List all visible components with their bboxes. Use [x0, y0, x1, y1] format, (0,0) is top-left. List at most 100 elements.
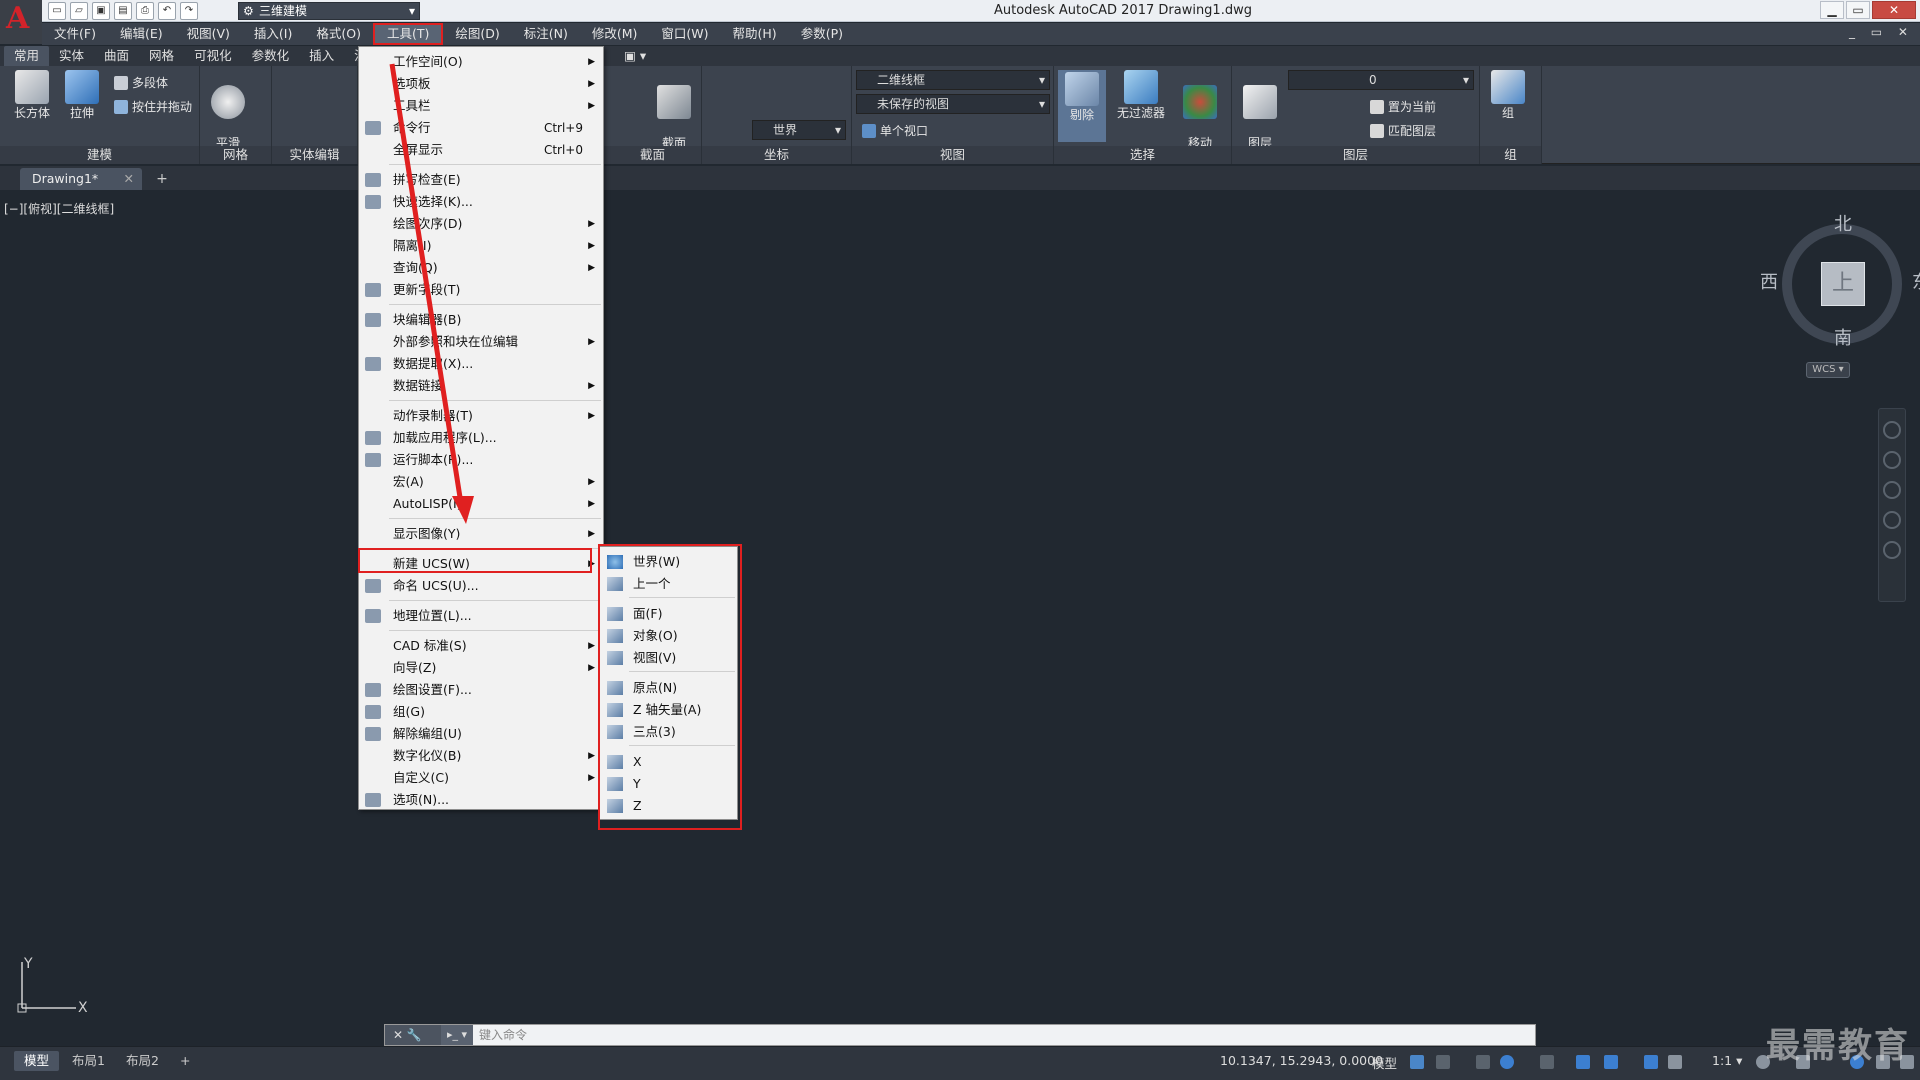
panel-mesh-label[interactable]: 网格: [200, 146, 271, 164]
panel-view-label[interactable]: 视图: [852, 146, 1053, 164]
panel-modeling-label[interactable]: 建模: [0, 146, 199, 164]
panel-coordinates-label[interactable]: 坐标: [702, 146, 851, 164]
menu-edit[interactable]: 编辑(E): [108, 23, 175, 45]
close-tab-icon[interactable]: ✕: [124, 168, 134, 190]
match-layer-button[interactable]: 匹配图层: [1370, 122, 1436, 139]
group-button[interactable]: 组: [1484, 70, 1532, 121]
tools-menu-item[interactable]: 拼写检查(E): [359, 169, 603, 191]
model-space-button[interactable]: 模型: [1372, 1053, 1397, 1072]
tools-menu-item[interactable]: 查询(Q) ▶: [359, 257, 603, 279]
menu-tools[interactable]: 工具(T): [372, 23, 444, 45]
tab-surface[interactable]: 曲面: [94, 46, 139, 66]
zoom-icon[interactable]: [1883, 481, 1901, 499]
wcs-menu-button[interactable]: WCS ▾: [1806, 362, 1850, 378]
menu-insert[interactable]: 插入(I): [242, 23, 304, 45]
panel-section-label[interactable]: 截面: [604, 146, 701, 164]
tools-menu-item[interactable]: 数据提取(X)...: [359, 353, 603, 375]
save-as-icon[interactable]: ▤: [114, 2, 132, 20]
maximize-button[interactable]: ▭: [1846, 1, 1870, 19]
compass-north[interactable]: 北: [1834, 210, 1852, 236]
showmotion-icon[interactable]: [1883, 541, 1901, 559]
menu-help[interactable]: 帮助(H): [721, 23, 789, 45]
tools-menu-item[interactable]: 地理位置(L)...: [359, 605, 603, 627]
tools-menu-item[interactable]: 全屏显示 Ctrl+0: [359, 139, 603, 161]
visual-style-select[interactable]: 二维线框: [856, 70, 1050, 90]
panel-groups-label[interactable]: 组: [1480, 146, 1541, 164]
tools-menu-item[interactable]: 绘图次序(D) ▶: [359, 213, 603, 235]
menu-view[interactable]: 视图(V): [175, 23, 242, 45]
tools-menu-item[interactable]: 组(G): [359, 701, 603, 723]
viewcube[interactable]: 上 北 南 西 东: [1760, 210, 1920, 349]
viewcube-top-face[interactable]: 上: [1821, 262, 1865, 306]
close-button[interactable]: ✕: [1872, 1, 1916, 19]
tab-visualize[interactable]: 可视化: [184, 46, 242, 66]
tools-menu-item[interactable]: 绘图设置(F)...: [359, 679, 603, 701]
cursor-coordinates[interactable]: 10.1347, 15.2943, 0.0000: [1220, 1053, 1383, 1068]
orbit-icon[interactable]: [1883, 511, 1901, 529]
tools-menu-item[interactable]: 命名 UCS(U)...: [359, 575, 603, 597]
new-file-icon[interactable]: ▭: [48, 2, 66, 20]
undo-icon[interactable]: ↶: [158, 2, 176, 20]
menu-parametric[interactable]: 参数(P): [789, 23, 855, 45]
layer-select[interactable]: 0: [1288, 70, 1474, 90]
tools-menu-item[interactable]: AutoLISP(I) ▶: [359, 493, 603, 515]
object-snap-icon[interactable]: [1604, 1055, 1618, 1069]
polar-tracking-icon[interactable]: [1500, 1055, 1514, 1069]
panel-layers-label[interactable]: 图层: [1232, 146, 1479, 164]
viewport-config-button[interactable]: 单个视口: [862, 122, 928, 139]
menu-draw[interactable]: 绘图(D): [443, 23, 511, 45]
set-current-layer-button[interactable]: 置为当前: [1370, 98, 1436, 115]
panel-selection-label[interactable]: 选择: [1054, 146, 1231, 164]
menu-format[interactable]: 格式(O): [304, 23, 373, 45]
pan-icon[interactable]: [1883, 451, 1901, 469]
culling-button[interactable]: 剔除: [1058, 70, 1106, 142]
tab-mesh[interactable]: 网格: [139, 46, 184, 66]
tools-menu-item[interactable]: 数据链接 ▶: [359, 375, 603, 397]
annotation-visibility-icon[interactable]: [1644, 1055, 1658, 1069]
new-tab-button[interactable]: +: [150, 169, 174, 189]
app-menu-button[interactable]: A: [0, 0, 42, 44]
object-snap-tracking-icon[interactable]: [1576, 1055, 1590, 1069]
box-button[interactable]: 长方体: [8, 70, 56, 121]
tools-menu-item[interactable]: 选项板 ▶: [359, 73, 603, 95]
tools-menu-item[interactable]: 运行脚本(R)...: [359, 449, 603, 471]
tools-menu-item[interactable]: 隔离(I) ▶: [359, 235, 603, 257]
print-icon[interactable]: ⎙: [136, 2, 154, 20]
tools-menu-item[interactable]: 命令行 Ctrl+9: [359, 117, 603, 139]
tools-menu-item[interactable]: 向导(Z) ▶: [359, 657, 603, 679]
compass-east[interactable]: 东: [1912, 268, 1920, 294]
layout-tab-model[interactable]: 模型: [14, 1051, 60, 1071]
ortho-icon[interactable]: [1476, 1055, 1490, 1069]
workspace-select[interactable]: 三维建模: [238, 2, 420, 20]
ribbon-options-button[interactable]: ▣ ▾: [614, 46, 656, 66]
extrude-button[interactable]: 拉伸: [58, 70, 106, 121]
tools-menu-item[interactable]: 工具栏 ▶: [359, 95, 603, 117]
command-input[interactable]: 键入命令: [479, 1025, 527, 1045]
add-layout-button[interactable]: +: [170, 1051, 200, 1071]
tools-menu-item[interactable]: CAD 标准(S) ▶: [359, 635, 603, 657]
presspull-button[interactable]: 按住并拖动: [114, 98, 192, 115]
annotation-scale[interactable]: 1:1 ▾: [1712, 1053, 1742, 1068]
tools-menu-item[interactable]: 块编辑器(B): [359, 309, 603, 331]
tools-menu-item[interactable]: 数字化仪(B) ▶: [359, 745, 603, 767]
tools-menu-item[interactable]: 动作录制器(T) ▶: [359, 405, 603, 427]
drawing-viewport[interactable]: [−][俯视][二维线框] 上 北 南 西 东 WCS ▾ Y X: [0, 190, 1920, 1016]
tab-parametric[interactable]: 参数化: [242, 46, 300, 66]
tab-insert[interactable]: 插入: [299, 46, 344, 66]
tools-menu-item[interactable]: 工作空间(O) ▶: [359, 51, 603, 73]
tools-menu-item[interactable]: 宏(A) ▶: [359, 471, 603, 493]
open-file-icon[interactable]: ▱: [70, 2, 88, 20]
redo-icon[interactable]: ↷: [180, 2, 198, 20]
isodraft-icon[interactable]: [1540, 1055, 1554, 1069]
tab-home[interactable]: 常用: [4, 46, 50, 66]
tools-menu-item[interactable]: 解除编组(U): [359, 723, 603, 745]
tools-menu-item[interactable]: 加载应用程序(L)...: [359, 427, 603, 449]
tools-menu-item[interactable]: 自定义(C) ▶: [359, 767, 603, 789]
tab-solid[interactable]: 实体: [49, 46, 94, 66]
tools-menu-item[interactable]: 选项(N)...: [359, 789, 603, 811]
layout-tab-layout2[interactable]: 布局2: [116, 1051, 169, 1071]
recent-commands-button[interactable]: ▸_ ▾: [441, 1025, 473, 1045]
viewport-controls-label[interactable]: [−][俯视][二维线框]: [4, 200, 114, 217]
auto-scale-icon[interactable]: [1668, 1055, 1682, 1069]
minimize-button[interactable]: ▁: [1820, 1, 1844, 19]
